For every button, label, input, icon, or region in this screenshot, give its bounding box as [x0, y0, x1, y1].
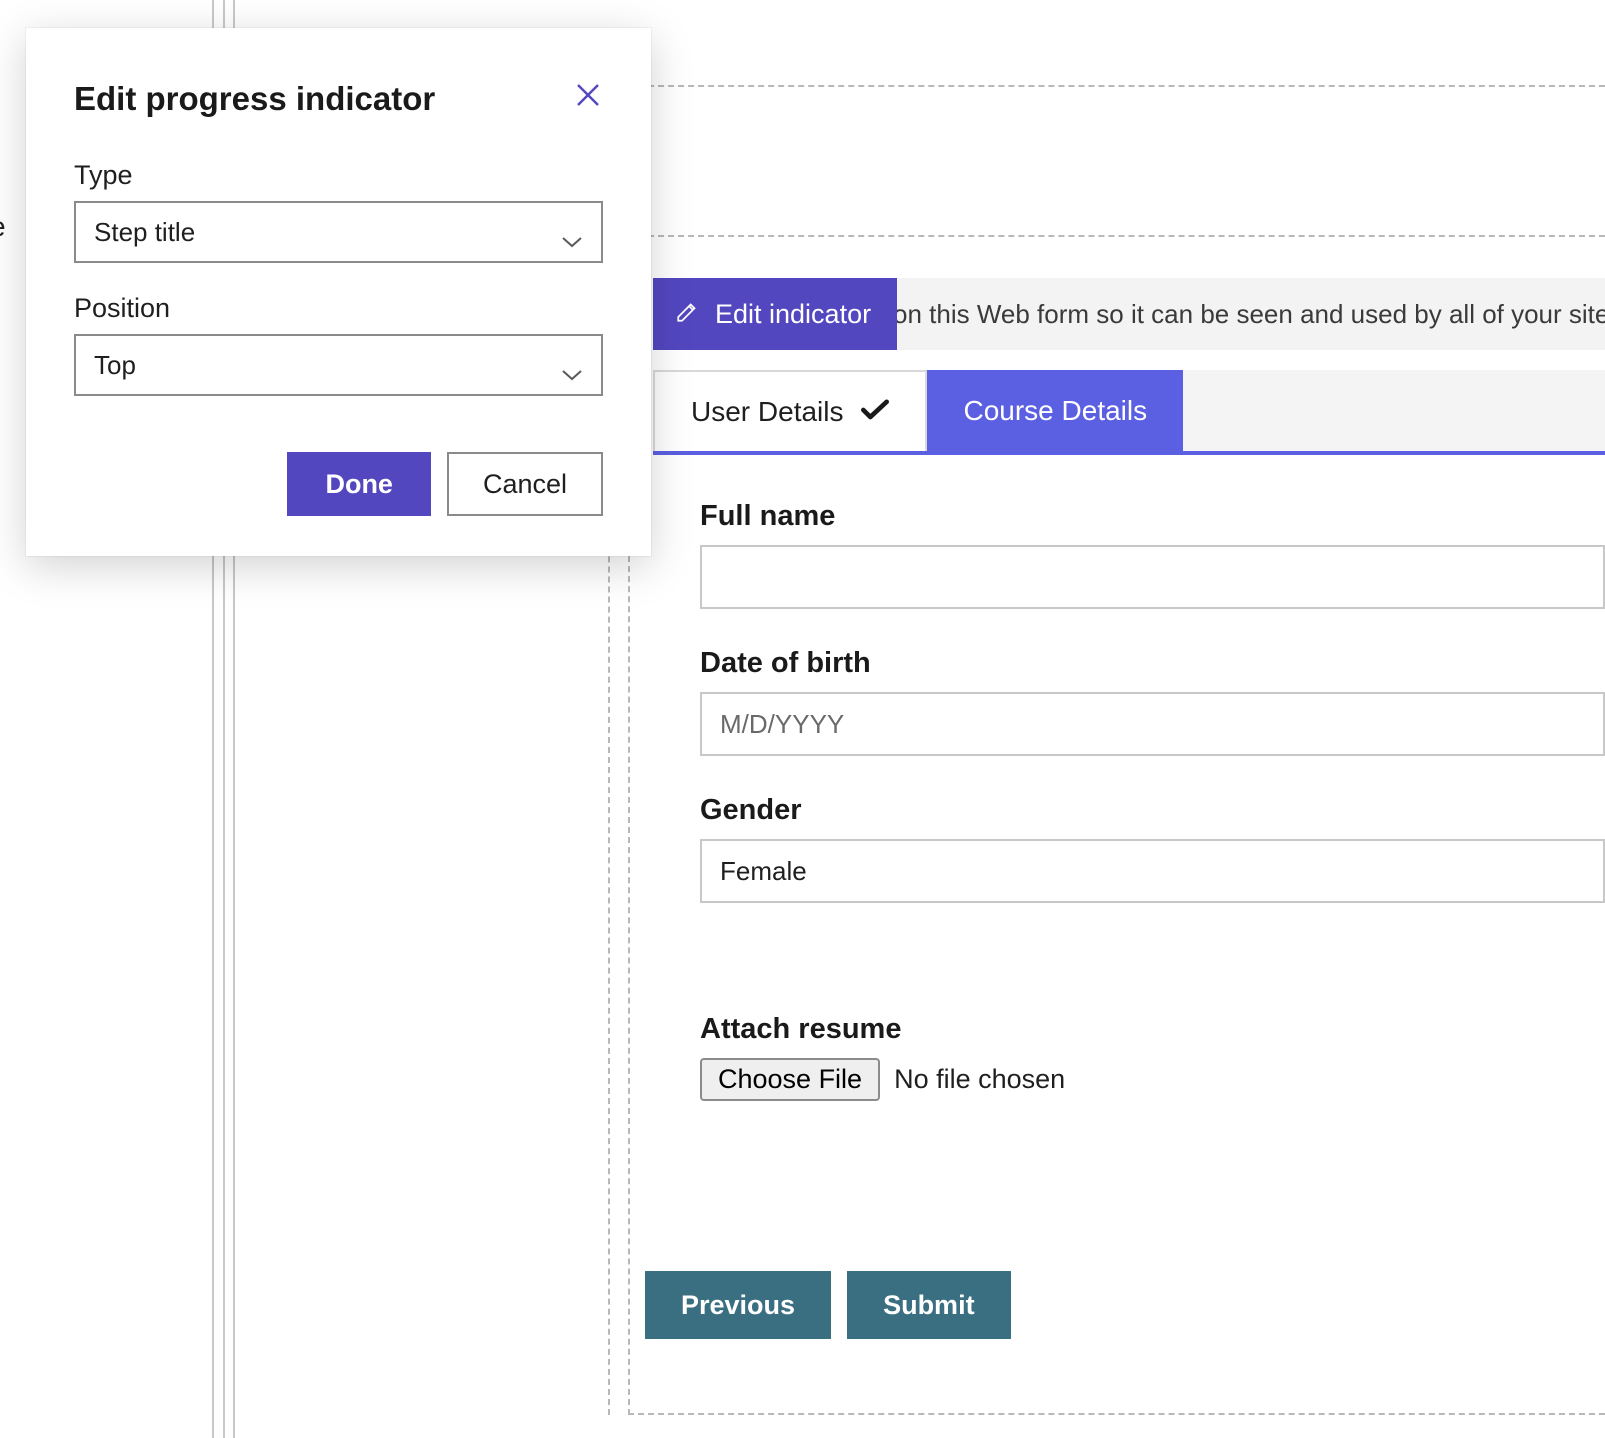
edit-indicator-label: Edit indicator	[715, 299, 871, 330]
file-status-text: No file chosen	[894, 1064, 1065, 1095]
step-course-details[interactable]: Course Details	[927, 370, 1183, 451]
file-input-row: Choose File No file chosen	[700, 1058, 1605, 1101]
step-course-details-label: Course Details	[963, 395, 1147, 427]
type-label: Type	[74, 160, 603, 191]
done-button[interactable]: Done	[287, 452, 431, 516]
type-select-value: Step title	[94, 217, 195, 248]
previous-button[interactable]: Previous	[645, 1271, 831, 1339]
chevron-down-icon	[561, 358, 583, 372]
submit-button[interactable]: Submit	[847, 1271, 1011, 1339]
gender-value: Female	[720, 856, 807, 887]
cancel-label: Cancel	[483, 469, 567, 499]
close-icon	[573, 97, 603, 114]
full-name-input[interactable]	[700, 545, 1605, 609]
edit-indicator-button[interactable]: Edit indicator	[653, 278, 897, 350]
chevron-down-icon	[561, 225, 583, 239]
form-body: Full name Date of birth Gender Female At…	[700, 500, 1605, 1339]
dob-input[interactable]	[700, 692, 1605, 756]
progress-steps: User Details Course Details	[653, 370, 1605, 455]
gender-select[interactable]: Female	[700, 839, 1605, 903]
edit-progress-popover: Edit progress indicator Type Step title …	[26, 28, 651, 556]
full-name-label: Full name	[700, 500, 1605, 533]
previous-label: Previous	[681, 1290, 795, 1320]
popover-title: Edit progress indicator	[74, 80, 435, 118]
step-user-details-label: User Details	[691, 396, 843, 428]
dob-label: Date of birth	[700, 647, 1605, 680]
done-label: Done	[325, 469, 393, 499]
attach-resume-label: Attach resume	[700, 1013, 1605, 1046]
gender-label: Gender	[700, 794, 1605, 827]
form-actions: Previous Submit	[645, 1271, 1605, 1339]
checkmark-icon	[861, 396, 889, 428]
type-select[interactable]: Step title	[74, 201, 603, 263]
info-banner-text: on this Web form so it can be seen and u…	[893, 299, 1605, 330]
truncated-label-left: e	[0, 211, 6, 243]
position-label: Position	[74, 293, 603, 324]
pencil-icon	[675, 298, 701, 331]
step-user-details[interactable]: User Details	[653, 370, 927, 451]
dashed-guide-top	[608, 85, 1605, 87]
cancel-button[interactable]: Cancel	[447, 452, 603, 516]
choose-file-button[interactable]: Choose File	[700, 1058, 880, 1101]
popover-actions: Done Cancel	[74, 452, 603, 516]
close-button[interactable]	[573, 80, 603, 110]
position-select-value: Top	[94, 350, 136, 381]
submit-label: Submit	[883, 1290, 975, 1320]
choose-file-label: Choose File	[718, 1064, 862, 1094]
position-select[interactable]: Top	[74, 334, 603, 396]
